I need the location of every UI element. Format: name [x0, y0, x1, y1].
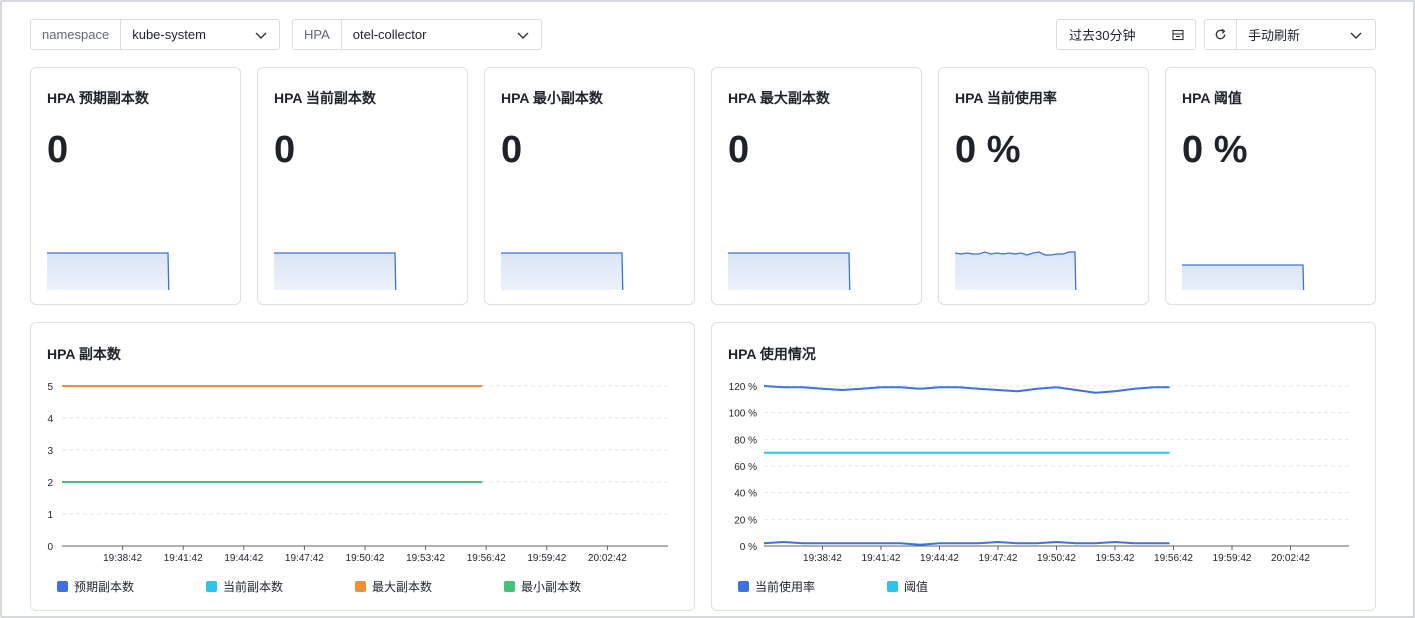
- hpa-select[interactable]: HPA otel-collector: [292, 19, 542, 50]
- stat-title: HPA 预期副本数: [47, 90, 149, 106]
- refresh-control[interactable]: 手动刷新: [1204, 19, 1376, 50]
- x-tick-label: 19:59:42: [527, 553, 566, 564]
- stat-value: 0: [47, 129, 69, 171]
- sparkline: [274, 252, 397, 290]
- legend-swatch: [887, 581, 898, 592]
- x-tick-label: 19:47:42: [285, 553, 324, 564]
- x-tick-label: 20:02:42: [1271, 553, 1310, 564]
- x-tick-label: 19:53:42: [1096, 553, 1135, 564]
- namespace-select[interactable]: namespace kube-system: [30, 19, 280, 50]
- panel-usage: HPA 使用情况 0 % 20 % 40 % 60 % 80 % 100 % 120 % 19…: [711, 322, 1376, 611]
- x-tick-label: 19:38:42: [103, 553, 142, 564]
- legend-swatch: [504, 581, 515, 592]
- panel-replicas: HPA 副本数 0 1 2 3 4 5 19:38:42 19:41:42 19:44:42 19…: [30, 322, 695, 611]
- y-tick-label: 60 %: [734, 462, 757, 473]
- hpa-value: otel-collector: [352, 27, 427, 42]
- y-tick-label: 5: [47, 382, 53, 393]
- x-tick-label: 19:53:42: [406, 553, 445, 564]
- stat-value: 0 %: [1182, 129, 1248, 171]
- hpa-label: HPA: [293, 20, 342, 49]
- chevron-down-icon: [243, 20, 279, 49]
- series-line: [763, 541, 1170, 546]
- x-tick-label: 20:02:42: [588, 553, 627, 564]
- legend-swatch: [57, 581, 68, 592]
- legend-swatch: [355, 581, 366, 592]
- y-tick-label: 3: [47, 446, 53, 457]
- legend-label: 当前副本数: [223, 580, 284, 594]
- replicas-line-chart: 0 1 2 3 4 5 19:38:42 19:41:42 19:44:42 19:47:42 19…: [47, 382, 668, 564]
- time-range-label: 过去30分钟: [1069, 28, 1136, 43]
- legend-label: 最大副本数: [372, 580, 433, 594]
- y-tick-label: 1: [47, 510, 53, 521]
- sparkline: [728, 252, 851, 290]
- stat-card-current-replicas: HPA 当前副本数 0: [257, 67, 468, 305]
- legend-item[interactable]: 当前副本数: [206, 578, 283, 595]
- legend-item[interactable]: 当前使用率: [738, 578, 815, 595]
- sparkline: [501, 252, 624, 290]
- x-tick-label: 19:56:42: [1154, 553, 1193, 564]
- y-tick-label: 120 %: [729, 382, 757, 393]
- time-range-picker[interactable]: 过去30分钟: [1056, 19, 1196, 50]
- y-tick-label: 2: [47, 478, 53, 489]
- chevron-down-icon: [1337, 28, 1375, 42]
- stat-title: HPA 当前副本数: [274, 90, 376, 106]
- stat-title: HPA 最大副本数: [728, 90, 830, 106]
- series-line: [763, 385, 1170, 394]
- y-tick-label: 0: [47, 542, 53, 553]
- sparkline: [1182, 264, 1305, 290]
- y-tick-label: 40 %: [734, 489, 757, 500]
- stat-card-current-utilization: HPA 当前使用率 0 %: [938, 67, 1149, 305]
- stat-title: HPA 当前使用率: [955, 90, 1057, 106]
- legend-label: 阈值: [904, 580, 929, 594]
- sparkline: [47, 252, 170, 290]
- stat-value: 0 %: [955, 129, 1021, 171]
- y-tick-label: 4: [47, 414, 53, 425]
- stat-card-min-replicas: HPA 最小副本数 0: [484, 67, 695, 305]
- legend-label: 当前使用率: [755, 580, 816, 594]
- legend-item[interactable]: 阈值: [887, 578, 928, 595]
- y-tick-label: 100 %: [729, 409, 757, 420]
- y-tick-label: 0 %: [740, 542, 757, 553]
- stat-value: 0: [728, 129, 750, 171]
- namespace-label: namespace: [31, 20, 122, 49]
- legend-swatch: [738, 581, 749, 592]
- stat-title: HPA 阈值: [1182, 90, 1242, 106]
- legend-item[interactable]: 最小副本数: [504, 578, 581, 595]
- x-tick-label: 19:41:42: [164, 553, 203, 564]
- x-tick-label: 19:38:42: [803, 553, 842, 564]
- namespace-value: kube-system: [132, 27, 206, 42]
- calendar-icon: [1161, 29, 1195, 41]
- x-tick-label: 19:44:42: [920, 553, 959, 564]
- x-tick-label: 19:50:42: [346, 553, 385, 564]
- legend-item[interactable]: 最大副本数: [355, 578, 432, 595]
- x-tick-label: 19:44:42: [224, 553, 263, 564]
- stat-card-max-replicas: HPA 最大副本数 0: [711, 67, 922, 305]
- x-tick-label: 19:47:42: [979, 553, 1018, 564]
- chevron-down-icon: [505, 20, 541, 49]
- x-tick-label: 19:59:42: [1213, 553, 1252, 564]
- usage-line-chart: 0 % 20 % 40 % 60 % 80 % 100 % 120 % 19:38:42 19:…: [729, 382, 1349, 564]
- x-tick-label: 19:50:42: [1037, 553, 1076, 564]
- stat-card-desired-replicas: HPA 预期副本数 0: [30, 67, 241, 305]
- stat-value: 0: [501, 129, 523, 171]
- refresh-icon[interactable]: [1205, 20, 1237, 49]
- stat-value: 0: [274, 129, 296, 171]
- sparkline: [955, 251, 1077, 290]
- y-tick-label: 80 %: [734, 435, 757, 446]
- legend-swatch: [206, 581, 217, 592]
- legend-label: 预期副本数: [74, 580, 135, 594]
- x-tick-label: 19:56:42: [467, 553, 506, 564]
- legend-item[interactable]: 预期副本数: [57, 578, 134, 595]
- stat-title: HPA 最小副本数: [501, 90, 603, 106]
- y-tick-label: 20 %: [734, 515, 757, 526]
- legend-label: 最小副本数: [521, 580, 582, 594]
- x-tick-label: 19:41:42: [862, 553, 901, 564]
- stat-card-threshold: HPA 阈值 0 %: [1165, 67, 1376, 305]
- refresh-mode-label: 手动刷新: [1248, 28, 1301, 43]
